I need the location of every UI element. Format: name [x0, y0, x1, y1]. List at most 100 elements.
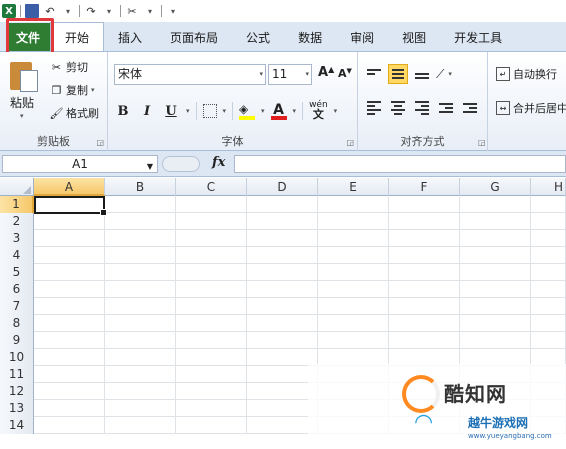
row-header-5[interactable]: 5 [0, 264, 34, 281]
cell-c12[interactable] [176, 383, 247, 399]
cell-h7[interactable] [531, 298, 566, 314]
cell-a5[interactable] [34, 264, 105, 280]
font-color-dropdown-icon[interactable]: ▾ [293, 107, 297, 115]
cell-a10[interactable] [34, 349, 105, 365]
phonetic-dropdown-icon[interactable]: ▾ [334, 107, 338, 115]
column-header-b[interactable]: B [105, 178, 176, 196]
cell-h4[interactable] [531, 247, 566, 263]
column-header-c[interactable]: C [176, 178, 247, 196]
font-name-select[interactable]: 宋体 ▾ [114, 64, 266, 85]
cell-e3[interactable] [318, 230, 389, 246]
underline-dropdown-icon[interactable]: ▾ [186, 107, 190, 115]
cell-a6[interactable] [34, 281, 105, 297]
cell-g1[interactable] [460, 196, 531, 212]
cell-f1[interactable] [389, 196, 460, 212]
cell-b9[interactable] [105, 332, 176, 348]
undo-dropdown-icon[interactable]: ▾ [61, 4, 75, 18]
formula-bar-resize-handle[interactable] [162, 156, 200, 172]
cell-e2[interactable] [318, 213, 389, 229]
cell-f9[interactable] [389, 332, 460, 348]
cell-c13[interactable] [176, 400, 247, 416]
tools-dropdown-icon[interactable]: ▾ [143, 4, 157, 18]
cell-f8[interactable] [389, 315, 460, 331]
cell-h9[interactable] [531, 332, 566, 348]
copy-dropdown-icon[interactable]: ▾ [91, 86, 95, 94]
tab-data[interactable]: 数据 [284, 23, 336, 51]
cell-g8[interactable] [460, 315, 531, 331]
tab-view[interactable]: 视图 [388, 23, 440, 51]
cell-d7[interactable] [247, 298, 318, 314]
cell-f10[interactable] [389, 349, 460, 365]
align-bottom-button[interactable] [412, 64, 432, 84]
tab-home[interactable]: 开始 [50, 22, 105, 51]
cell-a9[interactable] [34, 332, 105, 348]
cell-d1[interactable] [247, 196, 318, 212]
cell-a11[interactable] [34, 366, 105, 382]
italic-button[interactable]: I [138, 101, 156, 121]
excel-app-icon[interactable]: X [2, 4, 16, 18]
shrink-font-button[interactable]: A▼ [338, 67, 352, 80]
cell-a13[interactable] [34, 400, 105, 416]
cell-d10[interactable] [247, 349, 318, 365]
row-header-12[interactable]: 12 [0, 383, 34, 400]
cell-h2[interactable] [531, 213, 566, 229]
row-header-6[interactable]: 6 [0, 281, 34, 298]
align-left-button[interactable] [364, 98, 384, 118]
row-header-2[interactable]: 2 [0, 213, 34, 230]
cell-b7[interactable] [105, 298, 176, 314]
paste-dropdown-icon[interactable]: ▾ [20, 112, 24, 120]
cell-d9[interactable] [247, 332, 318, 348]
name-box[interactable]: A1 ▼ [2, 155, 158, 173]
cell-e7[interactable] [318, 298, 389, 314]
tab-insert[interactable]: 插入 [104, 23, 156, 51]
insert-function-icon[interactable]: fx [212, 155, 225, 170]
align-middle-button[interactable] [388, 64, 408, 84]
column-header-d[interactable]: D [247, 178, 318, 196]
cell-h3[interactable] [531, 230, 566, 246]
tab-formulas[interactable]: 公式 [232, 23, 284, 51]
cell-a12[interactable] [34, 383, 105, 399]
cell-g9[interactable] [460, 332, 531, 348]
save-icon[interactable] [25, 4, 39, 18]
cell-c1[interactable] [176, 196, 247, 212]
cell-f7[interactable] [389, 298, 460, 314]
cell-h8[interactable] [531, 315, 566, 331]
cell-b10[interactable] [105, 349, 176, 365]
cell-e9[interactable] [318, 332, 389, 348]
row-header-1[interactable]: 1 [0, 196, 34, 213]
tools-icon[interactable]: ✂ [125, 4, 139, 18]
tab-file[interactable]: 文件 [6, 23, 50, 51]
cell-e1[interactable] [318, 196, 389, 212]
cell-b6[interactable] [105, 281, 176, 297]
cell-b2[interactable] [105, 213, 176, 229]
cell-d2[interactable] [247, 213, 318, 229]
cell-c3[interactable] [176, 230, 247, 246]
cell-g4[interactable] [460, 247, 531, 263]
row-header-7[interactable]: 7 [0, 298, 34, 315]
cell-g3[interactable] [460, 230, 531, 246]
row-header-13[interactable]: 13 [0, 400, 34, 417]
cell-a8[interactable] [34, 315, 105, 331]
cell-g5[interactable] [460, 264, 531, 280]
border-icon[interactable] [202, 104, 217, 118]
cell-b5[interactable] [105, 264, 176, 280]
cell-e8[interactable] [318, 315, 389, 331]
cell-f4[interactable] [389, 247, 460, 263]
cell-h1[interactable] [531, 196, 566, 212]
formula-input[interactable] [234, 155, 566, 173]
cell-d5[interactable] [247, 264, 318, 280]
cell-h10[interactable] [531, 349, 566, 365]
cell-b8[interactable] [105, 315, 176, 331]
cell-e4[interactable] [318, 247, 389, 263]
phonetic-button[interactable]: wén 文 [309, 101, 328, 121]
redo-icon[interactable]: ↷ [84, 4, 98, 18]
cell-c8[interactable] [176, 315, 247, 331]
orientation-icon[interactable]: ⟋ [436, 67, 444, 82]
cell-b14[interactable] [105, 417, 176, 433]
column-header-g[interactable]: G [460, 178, 531, 196]
cell-b12[interactable] [105, 383, 176, 399]
orientation-dropdown-icon[interactable]: ▾ [448, 70, 452, 78]
dialog-launcher-icon[interactable]: ◲ [478, 138, 486, 147]
increase-indent-button[interactable] [460, 98, 480, 118]
cell-a7[interactable] [34, 298, 105, 314]
